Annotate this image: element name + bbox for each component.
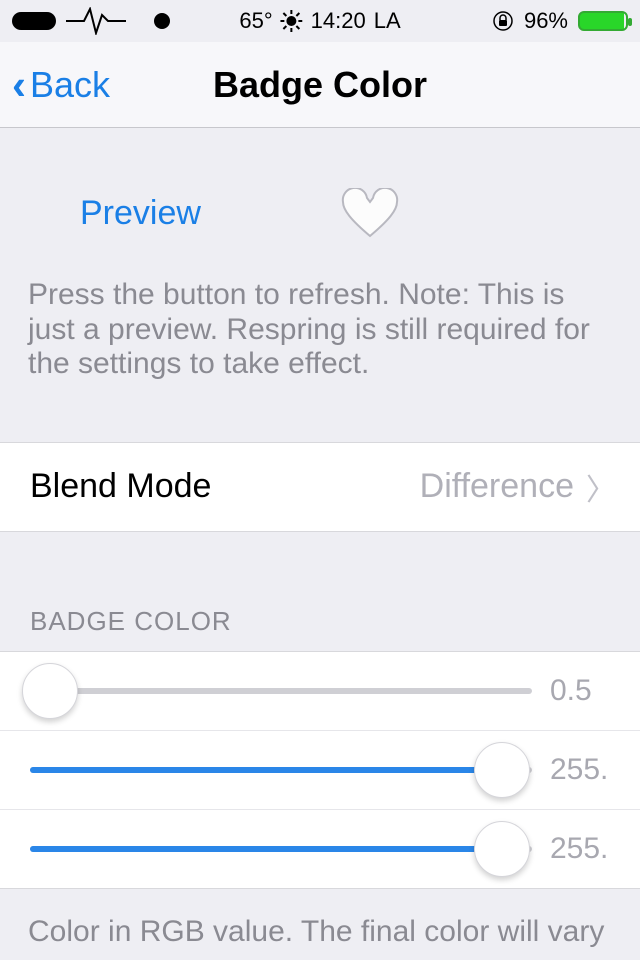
slider-2-value: 255. xyxy=(550,832,620,866)
heart-icon xyxy=(341,188,399,238)
slider-2-fill xyxy=(30,846,502,852)
back-button[interactable]: ‹ Back xyxy=(12,64,110,106)
blend-mode-value-wrap: Difference 〉 xyxy=(420,465,616,509)
back-label: Back xyxy=(30,64,110,106)
slider-1[interactable] xyxy=(30,767,532,773)
slider-1-value: 255. xyxy=(550,753,620,787)
status-bar: 65° 14:20 LA 96% xyxy=(0,0,640,42)
battery-percent: 96% xyxy=(524,8,568,34)
chevron-left-icon: ‹ xyxy=(12,64,26,106)
status-temp: 65° xyxy=(239,8,272,34)
status-time: 14:20 xyxy=(311,8,366,34)
preview-note: Press the button to refresh. Note: This … xyxy=(0,268,640,442)
status-left xyxy=(12,7,170,35)
blend-mode-label: Blend Mode xyxy=(30,467,211,506)
page-title: Badge Color xyxy=(213,64,427,106)
preview-button[interactable]: Preview xyxy=(80,194,201,233)
blend-mode-group: Blend Mode Difference 〉 xyxy=(0,442,640,532)
signal-pill-icon xyxy=(12,12,56,30)
slider-1-thumb[interactable] xyxy=(474,742,530,798)
badge-color-sliders: 0.5 255. 255. xyxy=(0,651,640,889)
slider-1-fill xyxy=(30,767,502,773)
blend-mode-cell[interactable]: Blend Mode Difference 〉 xyxy=(0,443,640,531)
status-right: 96% xyxy=(492,8,628,34)
nav-bar: ‹ Back Badge Color xyxy=(0,42,640,128)
badge-color-header: BADGE COLOR xyxy=(0,532,640,651)
content-scroll[interactable]: Preview Press the button to refresh. Not… xyxy=(0,128,640,960)
status-dot-icon xyxy=(154,13,170,29)
slider-row-1: 255. xyxy=(0,731,640,810)
rgb-footer-note: Color in RGB value. The final color will… xyxy=(0,889,640,960)
slider-0-value: 0.5 xyxy=(550,674,620,708)
pulse-icon xyxy=(66,7,144,35)
slider-row-2: 255. xyxy=(0,810,640,888)
battery-icon xyxy=(578,11,628,31)
slider-0-thumb[interactable] xyxy=(22,663,78,719)
slider-2-thumb[interactable] xyxy=(474,821,530,877)
blend-mode-value: Difference xyxy=(420,467,574,506)
slider-0[interactable] xyxy=(30,688,532,694)
orientation-lock-icon xyxy=(492,10,514,32)
chevron-right-icon: 〉 xyxy=(586,465,616,509)
preview-row: Preview xyxy=(0,128,640,268)
status-center: 65° 14:20 LA xyxy=(239,8,400,34)
slider-2[interactable] xyxy=(30,846,532,852)
slider-row-0: 0.5 xyxy=(0,652,640,731)
sun-icon xyxy=(281,10,303,32)
status-location: LA xyxy=(374,8,401,34)
